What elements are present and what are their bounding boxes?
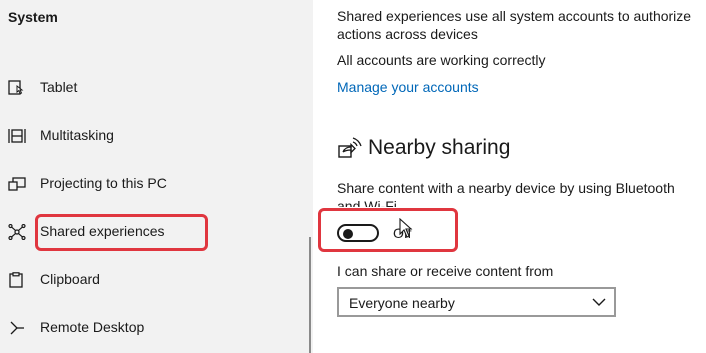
chevron-down-icon	[592, 298, 606, 306]
nearby-description-line1: Share content with a nearby device by us…	[337, 180, 675, 196]
sidebar-title: System	[8, 9, 58, 25]
tablet-icon	[8, 80, 24, 95]
toggle-knob	[343, 229, 353, 239]
sidebar-item-remote-desktop[interactable]: Remote Desktop	[0, 308, 300, 348]
sidebar-item-clipboard[interactable]: Clipboard	[0, 260, 300, 300]
sidebar-scrollbar[interactable]	[309, 237, 311, 353]
sidebar-item-tablet[interactable]: Tablet	[0, 68, 300, 108]
shared-description-line1: Shared experiences use all system accoun…	[337, 8, 692, 24]
sidebar: System Tablet Multitasking Projecting to…	[0, 0, 313, 353]
nearby-sharing-toggle[interactable]	[337, 224, 379, 242]
shared-experiences-icon	[8, 224, 26, 240]
shared-description-line2: actions across devices	[337, 26, 478, 42]
sidebar-item-label: Remote Desktop	[40, 319, 145, 335]
sidebar-item-shared-experiences[interactable]: Shared experiences	[0, 212, 300, 252]
clipboard-icon	[9, 272, 23, 288]
dropdown-selected-value: Everyone nearby	[349, 295, 455, 311]
sidebar-item-label: Projecting to this PC	[40, 175, 167, 191]
accounts-status: All accounts are working correctly	[337, 52, 546, 68]
sidebar-item-label: Shared experiences	[40, 223, 165, 239]
share-from-dropdown[interactable]: Everyone nearby	[337, 287, 616, 317]
nearby-description-line2: and Wi-Fi	[337, 198, 397, 207]
manage-accounts-link[interactable]: Manage your accounts	[337, 78, 479, 96]
mouse-cursor-icon	[399, 218, 413, 238]
sidebar-item-label: Clipboard	[40, 271, 100, 287]
sidebar-item-multitasking[interactable]: Multitasking	[0, 116, 300, 156]
sidebar-item-projecting[interactable]: Projecting to this PC	[0, 164, 300, 204]
remote-desktop-icon	[10, 321, 24, 335]
nearby-sharing-heading: Nearby sharing	[368, 136, 511, 159]
main-content: Shared experiences use all system accoun…	[313, 0, 706, 353]
nearby-sharing-icon	[338, 137, 362, 158]
share-from-label: I can share or receive content from	[337, 263, 554, 279]
projecting-icon	[8, 177, 26, 191]
sidebar-item-label: Tablet	[40, 79, 78, 95]
multitasking-icon	[8, 129, 26, 143]
sidebar-item-label: Multitasking	[40, 127, 114, 143]
